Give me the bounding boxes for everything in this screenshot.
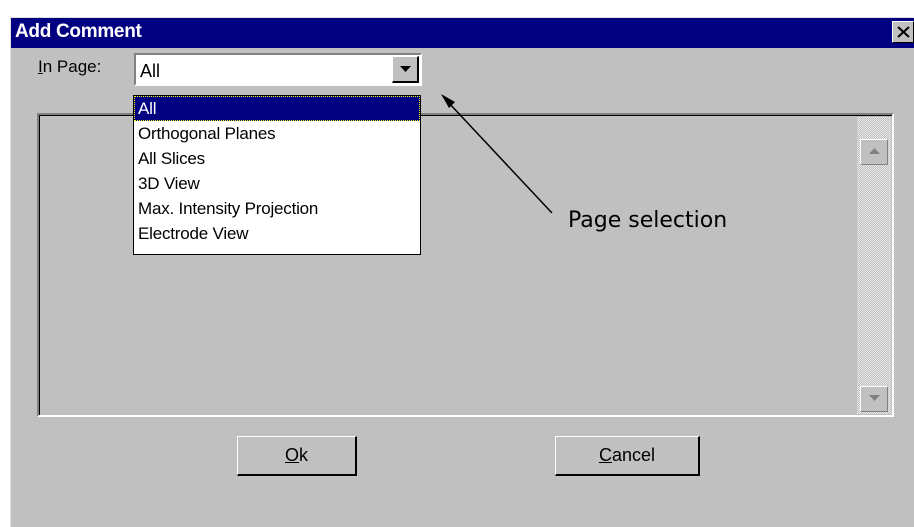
annotation-arrow bbox=[441, 94, 553, 214]
page-selection-annotation: Page selection bbox=[568, 208, 728, 233]
